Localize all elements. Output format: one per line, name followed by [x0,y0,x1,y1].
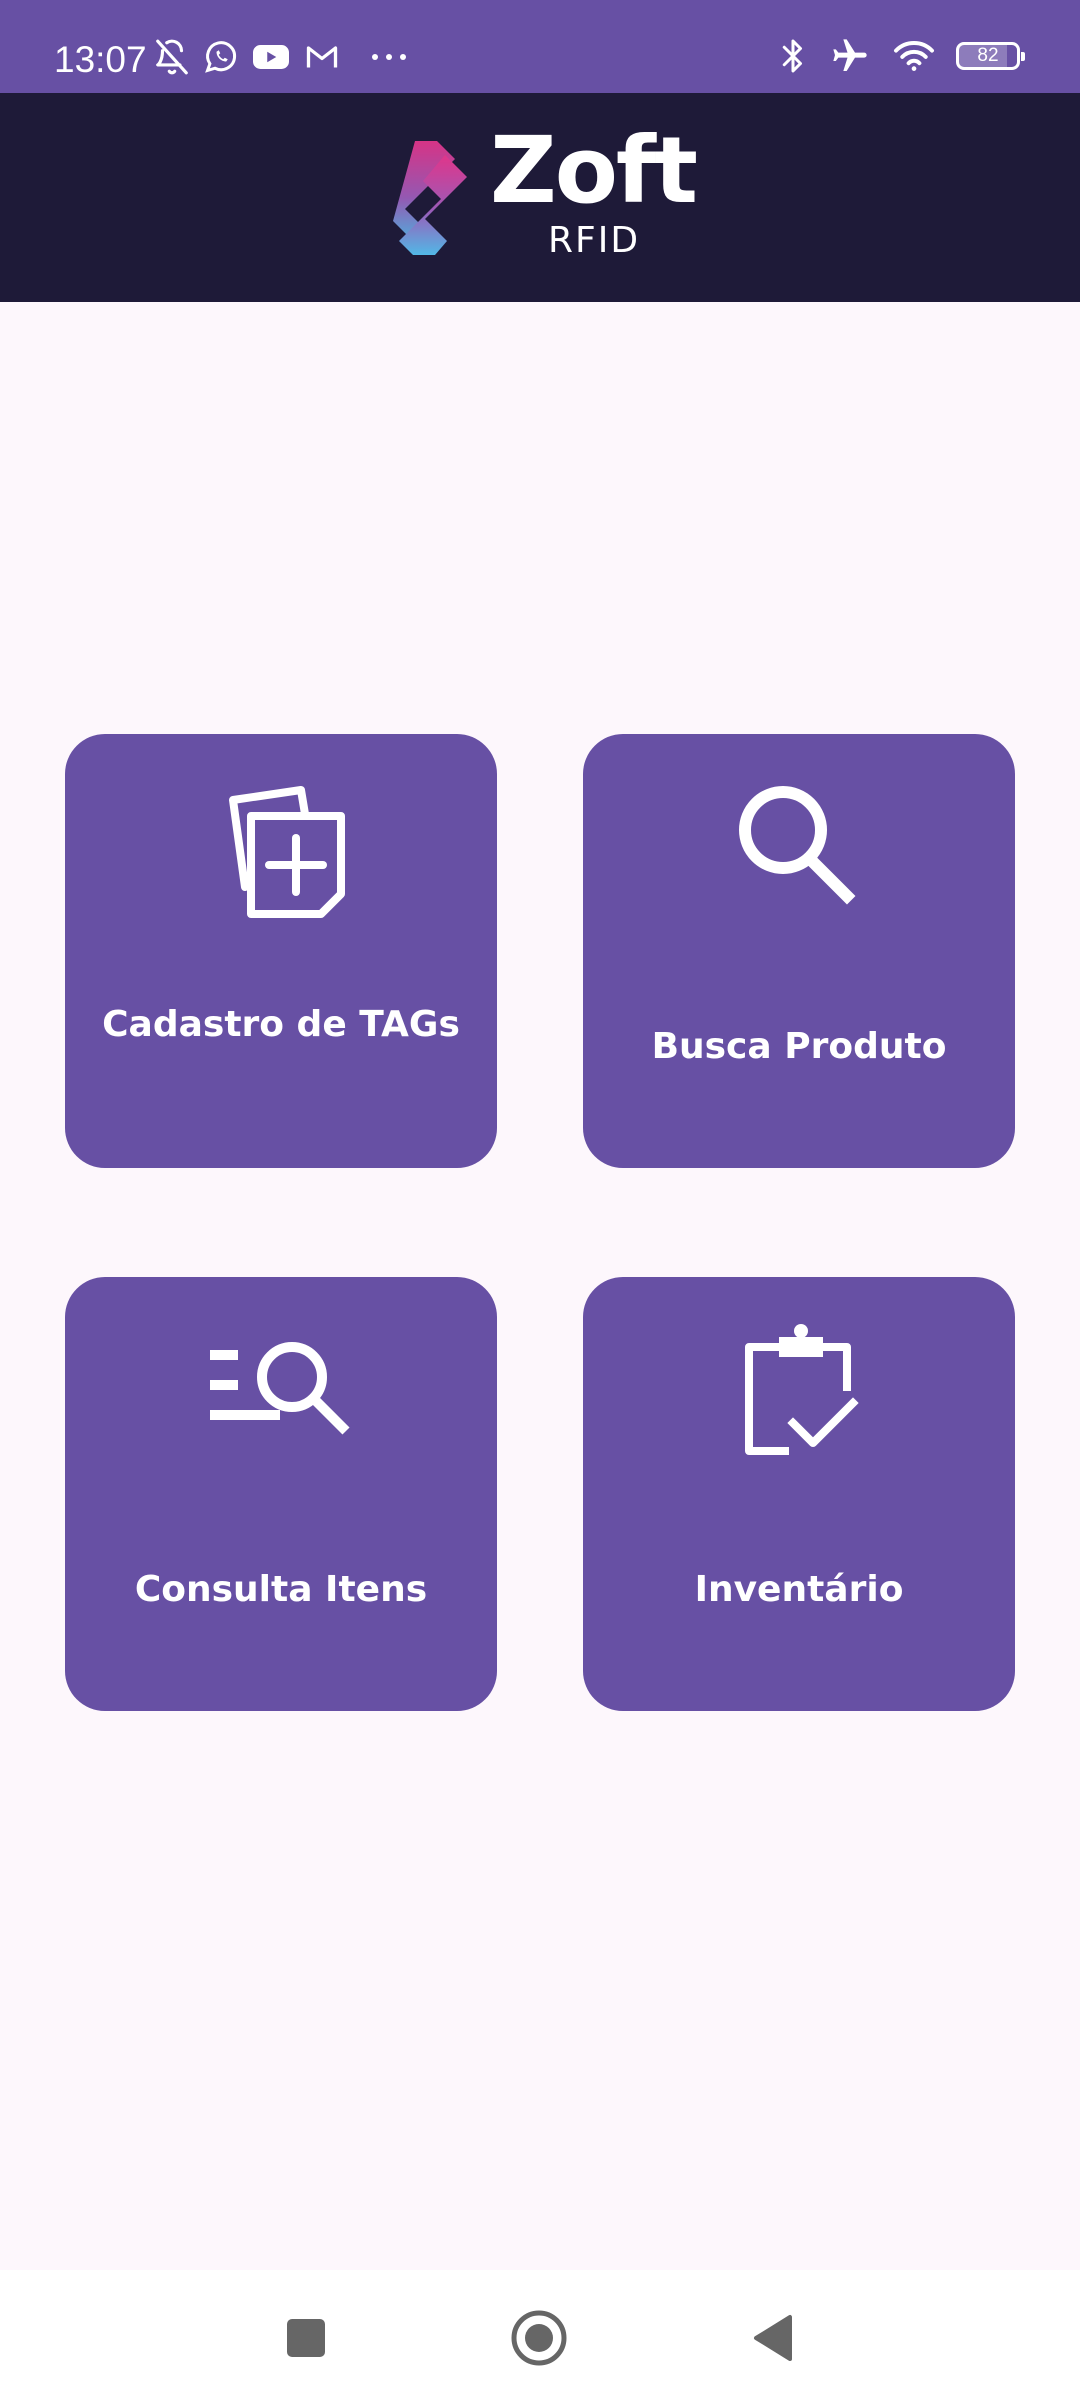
tile-inventario[interactable]: Inventário [583,1277,1015,1711]
logo-subtitle: RFID [548,220,641,261]
system-status-icons: 82 [778,36,1025,76]
tile-label: Cadastro de TAGs [102,1004,460,1045]
add-document-icon [229,786,345,918]
status-bar: 13:07 82 [0,0,1080,93]
tile-label: Inventário [694,1569,904,1610]
home-button[interactable] [499,2298,579,2378]
battery-percent: 82 [977,45,999,66]
bell-off-icon [156,39,188,75]
status-time: 13:07 [54,39,147,80]
square-icon [287,2319,325,2357]
tile-label: Busca Produto [651,1026,947,1067]
more-dots-icon [372,54,406,60]
home-circle-icon [511,2310,567,2366]
recent-apps-button[interactable] [266,2298,346,2378]
wifi-icon [894,41,934,71]
tile-consulta-itens[interactable]: Consulta Itens [65,1277,497,1711]
tile-cadastro-de-tags[interactable]: Cadastro de TAGs [65,734,497,1168]
list-search-icon [210,1342,350,1435]
youtube-icon [253,45,289,69]
search-icon [739,786,856,905]
zoft-logo-icon [393,141,467,255]
notification-icons [153,38,411,76]
back-button[interactable] [733,2298,813,2378]
battery-icon: 82 [956,42,1025,70]
airplane-icon [833,39,867,71]
back-triangle-icon [754,2315,792,2361]
tile-busca-produto[interactable]: Busca Produto [583,734,1015,1168]
app-header: Zoft RFID [0,93,1080,302]
gmail-icon [306,46,338,68]
whatsapp-icon [205,41,237,73]
clipboard-check-icon [745,1324,859,1455]
logo-wordmark: Zoft [490,117,698,224]
tile-label: Consulta Itens [134,1569,428,1610]
system-nav-bar [0,2270,1080,2400]
bluetooth-icon [782,39,802,73]
